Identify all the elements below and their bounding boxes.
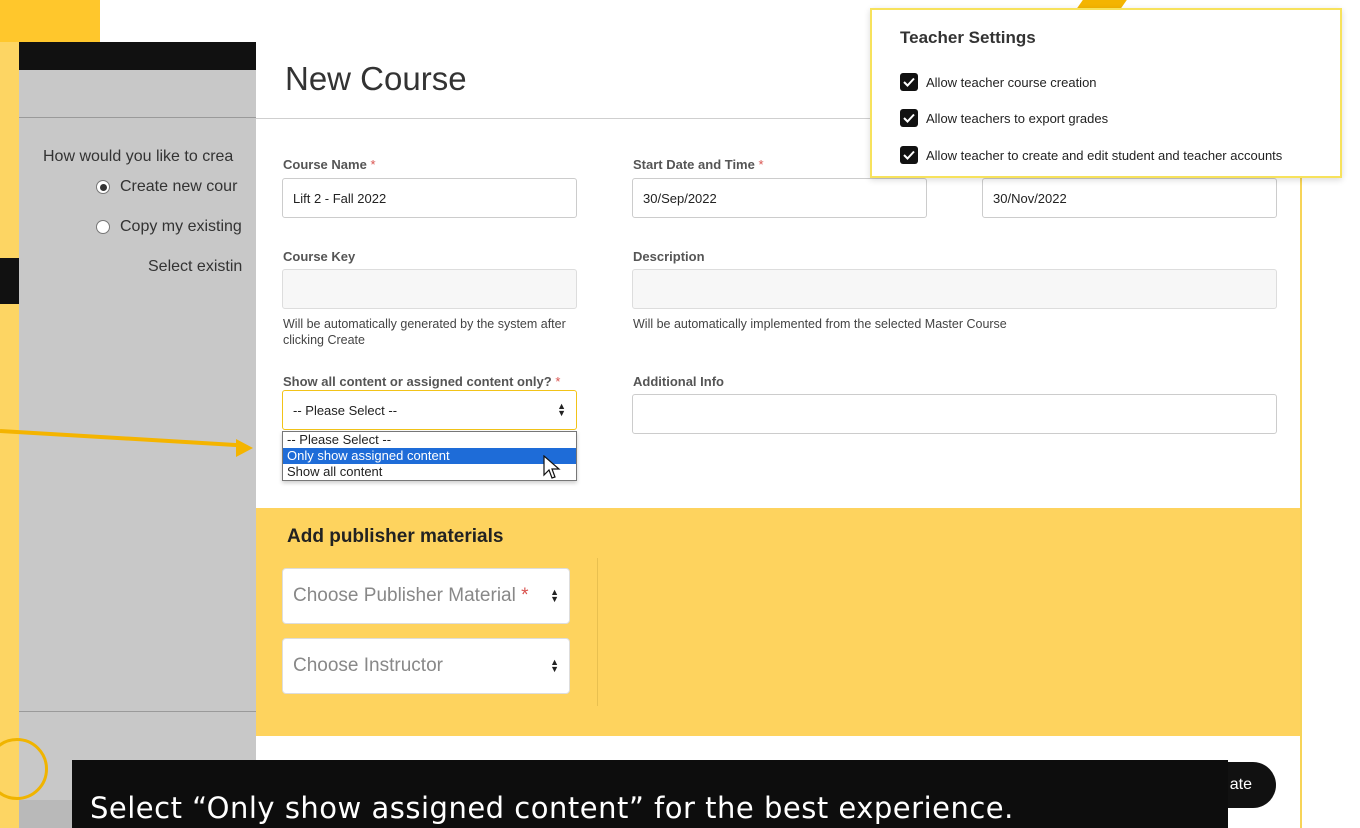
show-content-dropdown: -- Please Select -- Only show assigned c… [282,431,577,481]
course-key-help: Will be automatically generated by the s… [283,317,566,347]
additional-info-label: Additional Info [633,374,724,389]
select-arrows-icon: ▲ ▼ [550,657,559,674]
modal-title: New Course [285,60,467,97]
checkbox-checked-icon[interactable] [900,73,918,91]
teacher-settings-arrow [1077,0,1127,8]
setting-allow-course-creation[interactable]: Allow teacher course creation [900,73,1097,91]
show-content-label: Show all content or assigned content onl… [283,374,561,389]
teacher-settings-title: Teacher Settings [900,28,1036,47]
description-help: Will be automatically implemented from t… [633,317,1007,331]
start-date-label: Start Date and Time * [633,157,764,172]
show-content-value: -- Please Select -- [293,402,398,418]
required-marker: * [555,374,561,389]
publisher-material-placeholder: Choose Publisher Material * [293,585,529,606]
select-arrows-icon: ▲ ▼ [557,401,566,418]
start-date-input[interactable]: 30/Sep/2022 [632,178,927,218]
setting-allow-export-grades[interactable]: Allow teachers to export grades [900,109,1108,127]
publisher-materials-section: Add publisher materials Choose Publisher… [256,508,1300,736]
description-input[interactable] [632,269,1277,309]
checkbox-checked-icon[interactable] [900,109,918,127]
background-radio-copy-existing[interactable]: Copy my existing [96,218,258,236]
instructor-placeholder: Choose Instructor [293,655,443,676]
checkbox-checked-icon[interactable] [900,146,918,164]
setting-label: Allow teachers to export grades [926,110,1109,126]
required-marker: * [758,157,764,172]
instructor-select[interactable]: Choose Instructor ▲ ▼ [282,638,570,694]
dropdown-option-show-all[interactable]: Show all content [283,464,576,480]
annotation-arrow-head-icon [236,439,253,457]
publisher-material-select[interactable]: Choose Publisher Material * ▲ ▼ [282,568,570,624]
mouse-cursor-icon [543,455,561,479]
dropdown-option-only-assigned[interactable]: Only show assigned content [283,448,576,464]
background-divider [19,711,259,712]
radio-selected-icon [96,180,110,194]
create-button-label: ate [1229,776,1252,793]
background-radio-create-new[interactable]: Create new cour [96,178,258,196]
radio-unselected-icon [96,220,110,234]
radio-label: Copy my existing [120,218,242,235]
teacher-settings-panel: Teacher Settings Allow teacher course cr… [870,8,1342,178]
publisher-materials-title: Add publisher materials [287,526,504,547]
course-name-input[interactable]: Lift 2 - Fall 2022 [282,178,577,218]
description-label: Description [633,249,705,264]
setting-label: Allow teacher to create and edit student… [926,147,1283,163]
video-caption: Select “Only show assigned content” for … [72,760,1228,828]
required-marker: * [521,585,529,606]
end-date-input[interactable]: 30/Nov/2022 [982,178,1277,218]
setting-allow-edit-accounts[interactable]: Allow teacher to create and edit student… [900,146,1282,164]
required-marker: * [370,157,376,172]
section-divider [597,558,598,706]
additional-info-input[interactable] [632,394,1277,434]
background-top-bar [19,42,259,70]
select-arrows-icon: ▲ ▼ [550,587,559,604]
yellow-frame-left [0,42,19,828]
course-key-label: Course Key [283,249,356,264]
background-select-existing: Select existin [148,258,243,275]
setting-label: Allow teacher course creation [926,74,1097,90]
course-key-input[interactable] [282,269,577,309]
radio-label: Create new cour [120,178,238,195]
course-name-label: Course Name * [283,157,376,172]
show-content-select[interactable]: -- Please Select -- ▲ ▼ [282,390,577,430]
background-black-bar [0,258,19,304]
dropdown-option-please-select[interactable]: -- Please Select -- [283,432,576,448]
background-divider [19,117,259,118]
background-question: How would you like to crea [43,148,234,165]
